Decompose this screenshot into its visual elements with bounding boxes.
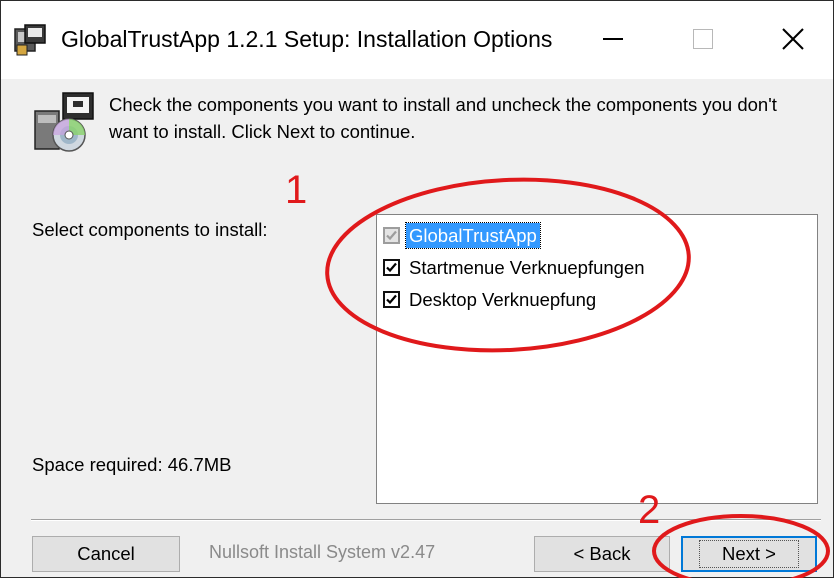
components-tree[interactable]: GlobalTrustApp Startmenue Verknuepfungen…	[376, 214, 818, 504]
component-checkbox-disabled	[383, 227, 400, 244]
minimize-icon	[603, 38, 623, 40]
component-label: Startmenue Verknuepfungen	[409, 257, 645, 278]
component-item-desktop[interactable]: Desktop Verknuepfung	[383, 287, 599, 312]
component-checkbox[interactable]	[383, 259, 400, 276]
component-label: Desktop Verknuepfung	[409, 289, 597, 310]
maximize-icon	[693, 29, 713, 49]
title-bar[interactable]: GlobalTrustApp 1.2.1 Setup: Installation…	[1, 1, 833, 79]
installer-disk-icon	[29, 91, 101, 155]
installer-window: GlobalTrustApp 1.2.1 Setup: Installation…	[0, 0, 834, 578]
footer-divider	[31, 519, 821, 521]
checkmark-icon	[386, 294, 397, 305]
checkmark-icon	[386, 262, 397, 273]
close-icon	[782, 28, 804, 50]
cancel-button[interactable]: Cancel	[32, 536, 180, 572]
component-label: GlobalTrustApp	[405, 222, 541, 249]
nsis-branding-text: Nullsoft Install System v2.47	[209, 542, 436, 562]
back-button[interactable]: < Back	[534, 536, 670, 572]
next-button[interactable]: Next >	[681, 536, 817, 572]
annotation-number-1: 1	[285, 168, 308, 212]
select-components-label: Select components to install:	[32, 219, 268, 240]
checkmark-icon	[386, 230, 397, 241]
component-item-globaltrustapp[interactable]: GlobalTrustApp	[383, 222, 541, 249]
app-icon	[13, 23, 47, 57]
space-required-label: Space required: 46.7MB	[32, 454, 232, 475]
annotation-number-2: 2	[638, 488, 661, 532]
component-checkbox[interactable]	[383, 291, 400, 308]
maximize-button[interactable]	[668, 13, 738, 65]
component-item-startmenue[interactable]: Startmenue Verknuepfungen	[383, 255, 648, 280]
close-button[interactable]	[758, 13, 828, 65]
next-button-label: Next >	[699, 540, 799, 568]
minimize-button[interactable]	[578, 13, 648, 65]
instructions-text: Check the components you want to install…	[109, 94, 777, 142]
window-title: GlobalTrustApp 1.2.1 Setup: Installation…	[61, 26, 553, 52]
